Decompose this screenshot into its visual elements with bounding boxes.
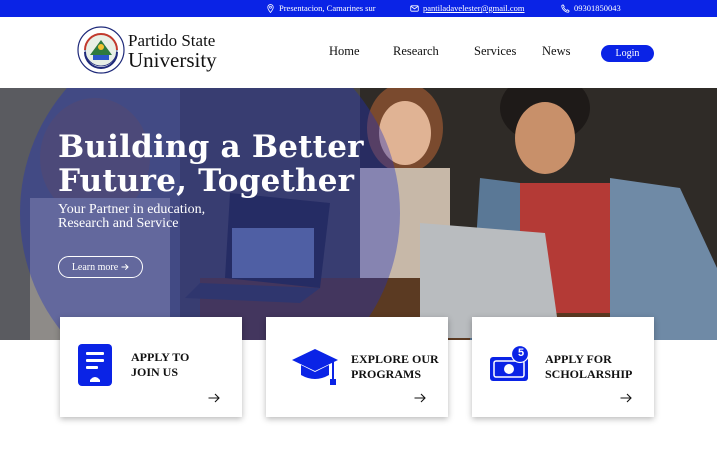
card-title: APPLY FOR SCHOLARSHIP [545,352,632,382]
card-title-line-2: SCHOLARSHIP [545,367,633,381]
nav-services[interactable]: Services [474,44,516,59]
email-item[interactable]: pantiladavelester@gmail.com [410,3,525,13]
brand-line-1: Partido State [128,31,216,50]
hero-subtitle: Your Partner in education, Research and … [58,203,205,231]
site-header: Partido State University Home Research S… [0,17,717,88]
card-title-line-2: PROGRAMS [351,367,421,381]
graduation-cap-icon [292,349,338,385]
application-form-icon [78,344,112,386]
login-button[interactable]: Login [601,45,654,62]
arrow-right-icon [414,393,426,403]
hero-banner: Building a Better Future, Together Your … [0,88,717,340]
hero-title-line-1: Building a Better [58,129,364,165]
nav-research[interactable]: Research [393,44,439,59]
hero-title-line-2: Future, Together [58,163,355,199]
hero-title: Building a Better Future, Together [58,130,364,198]
phone-item[interactable]: 09301850043 [561,3,621,13]
card-title-line-1: EXPLORE OUR [351,352,439,366]
learn-more-label: Learn more [71,261,119,273]
arrow-right-icon [208,393,220,403]
card-explore-programs[interactable]: EXPLORE OUR PROGRAMS [266,317,448,417]
phone-icon [561,3,570,13]
top-contact-bar: Presentacion, Camarines sur pantiladavel… [0,0,717,17]
nav-home[interactable]: Home [329,44,360,59]
arrow-right-icon [620,393,632,403]
nav-news[interactable]: News [542,44,570,59]
envelope-icon [410,4,419,12]
learn-more-button[interactable]: Learn more [58,256,143,278]
brand-name[interactable]: Partido State University [128,32,217,71]
location-pin-icon [267,3,274,13]
hero-subtitle-line-1: Your Partner in education, [58,202,206,217]
card-title-line-1: APPLY TO [131,350,190,364]
scholarship-badge-count: 5 [517,347,525,359]
card-title-line-1: APPLY FOR [545,352,612,366]
card-apply-join[interactable]: APPLY TO JOIN US [60,317,242,417]
hero-subtitle-line-2: Research and Service [58,216,179,231]
card-title: EXPLORE OUR PROGRAMS [351,352,439,382]
card-title: APPLY TO JOIN US [131,350,189,380]
card-apply-scholarship[interactable]: 5 APPLY FOR SCHOLARSHIP [472,317,654,417]
brand-line-2: University [128,48,217,72]
card-title-line-2: JOIN US [131,365,179,379]
address-text: Presentacion, Camarines sur [279,3,376,13]
address-item: Presentacion, Camarines sur [266,3,376,13]
university-seal-logo[interactable] [77,26,125,74]
arrow-right-icon [121,263,129,271]
email-link[interactable]: pantiladavelester@gmail.com [423,3,525,13]
phone-text: 09301850043 [574,3,621,13]
